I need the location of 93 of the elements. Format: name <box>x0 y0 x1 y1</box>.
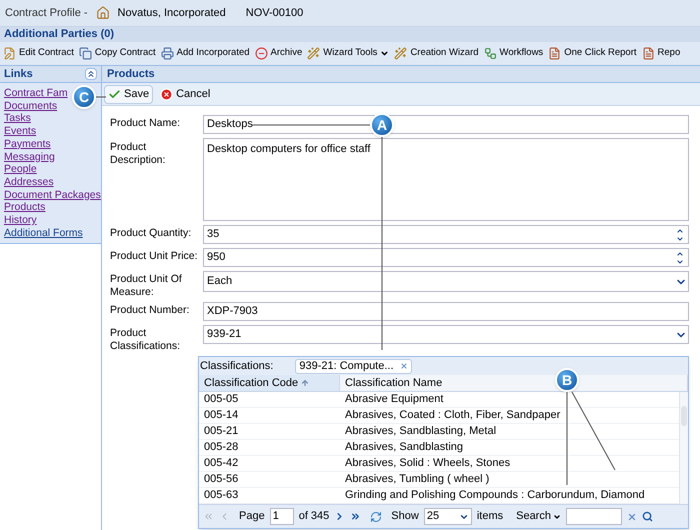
sidebar-link[interactable]: History <box>4 214 37 227</box>
table-cell-text: Abrasives, Sandblasting, Metal <box>344 424 498 440</box>
spin-down-icon[interactable] <box>675 258 685 266</box>
classifications-label: Classifications: <box>200 358 274 374</box>
check-icon <box>108 88 121 100</box>
table-cell-text: 005-56 <box>203 472 240 488</box>
copy-icon <box>78 47 92 60</box>
classification-tag[interactable]: 939-21: Compute... <box>295 358 412 374</box>
edit-icon <box>3 47 16 60</box>
dropdown-field[interactable]: Each <box>203 271 689 292</box>
sidebar-link[interactable]: Additional Forms <box>4 226 83 240</box>
search-field[interactable] <box>566 508 622 525</box>
workflow-icon <box>484 47 497 60</box>
additional-parties-bar[interactable]: Additional Parties (0) <box>0 27 700 42</box>
number-field[interactable]: 35 <box>203 225 689 244</box>
field-label: Product Classifications: <box>110 326 182 352</box>
toolbar-button[interactable]: Wizard Tools <box>307 46 390 61</box>
sidebar-link[interactable]: Products <box>4 201 46 214</box>
field-label: Product Unit Of Measure: <box>110 272 183 298</box>
toolbar-button[interactable]: Archive <box>254 46 302 61</box>
dropdown-field[interactable]: 939-21 <box>203 325 689 344</box>
sidebar-link[interactable]: Document Packages <box>4 188 101 202</box>
save-button[interactable]: Save <box>104 84 154 104</box>
page-count: of 345 <box>298 509 330 524</box>
close-icon <box>160 88 174 100</box>
remove-icon[interactable] <box>400 362 408 370</box>
sidebar-link[interactable]: Addresses <box>4 176 54 189</box>
wand-icon <box>394 47 408 60</box>
contract-id: NOV-00100 <box>246 6 304 21</box>
table-cell-text: 005-05 <box>203 392 240 408</box>
input-field[interactable]: XDP-7903 <box>203 302 689 321</box>
table-cell-text: Abrasives, Tumbling ( wheel ) <box>344 472 490 488</box>
spin-down-icon[interactable] <box>675 234 685 242</box>
show-label: Show <box>391 509 419 524</box>
column-header[interactable]: Classification Code <box>199 375 340 391</box>
sidebar-link[interactable]: People <box>4 163 37 176</box>
printer-icon <box>160 47 174 60</box>
links-title: Links <box>4 66 33 82</box>
sort-arrow-icon <box>301 379 310 387</box>
wand-icon <box>307 47 320 60</box>
table-cell-text: 005-28 <box>203 440 240 456</box>
collapse-icon[interactable] <box>85 68 97 80</box>
table-cell-text: Abrasives, Coated : Cloth, Fiber, Sandpaper <box>344 408 562 424</box>
table-cell-text: 005-42 <box>203 456 240 472</box>
sidebar-link[interactable]: Messaging <box>4 150 55 164</box>
field-label: Product Unit Price: <box>110 249 199 264</box>
house-icon <box>96 6 110 20</box>
sidebar-link[interactable]: Tasks <box>4 112 31 126</box>
sidebar-link[interactable]: Documents <box>4 100 58 112</box>
title-prefix: Contract Profile - <box>5 6 88 21</box>
search-icon[interactable] <box>642 511 653 522</box>
page-size-dropdown[interactable]: 25 <box>424 508 472 525</box>
spin-up-icon[interactable] <box>675 250 685 258</box>
toolbar-button[interactable]: Add Incorporated <box>160 46 250 61</box>
caret-icon <box>552 512 561 520</box>
report-icon <box>548 47 562 60</box>
field-label: Product Quantity: <box>110 226 192 241</box>
company-name: Novatus, Incorporated <box>118 6 226 21</box>
spin-up-icon[interactable] <box>675 226 685 234</box>
sidebar-link[interactable]: Payments <box>4 138 51 151</box>
table-cell-text: Grinding and Polishing Compounds : Carborundum, Diamond <box>344 488 646 504</box>
sidebar-link[interactable]: Events <box>4 125 36 138</box>
minus-circle-icon <box>254 47 268 60</box>
sidebar-link[interactable]: Contract Fam <box>4 87 68 100</box>
page-input[interactable]: 1 <box>270 508 294 525</box>
table-cell-text: 005-63 <box>203 488 240 504</box>
toolbar-button[interactable]: Copy Contract <box>78 46 156 61</box>
field-label: Product Name: <box>110 116 182 131</box>
callout-badge: A <box>370 113 394 137</box>
toolbar-button[interactable]: One Click Report <box>548 46 637 61</box>
table-cell-text: 005-14 <box>203 408 240 424</box>
description-textarea[interactable]: Desktop computers for office staff <box>203 138 689 221</box>
search-menu-button[interactable]: Search <box>516 508 561 525</box>
field-label: Product Description: <box>110 140 166 168</box>
cancel-button[interactable]: Cancel <box>157 84 214 104</box>
table-cell-text: Abrasive Equipment <box>344 392 444 408</box>
refresh-icon[interactable] <box>370 510 382 522</box>
last-page-icon[interactable] <box>350 511 362 522</box>
products-header: Products <box>102 66 700 83</box>
field-label: Product Number: <box>110 303 190 318</box>
table-cell-text: 005-21 <box>203 424 240 440</box>
number-field[interactable]: 950 <box>203 248 689 267</box>
report-icon <box>642 47 655 60</box>
toolbar-button[interactable]: Workflows <box>484 46 544 61</box>
toolbar-button[interactable]: Creation Wizard <box>394 46 479 61</box>
table-cell-text: Abrasives, Sandblasting <box>344 440 464 456</box>
table-cell-text: Abrasives, Solid : Wheels, Stones <box>344 456 512 472</box>
toolbar-button[interactable]: Edit Contract <box>3 46 74 61</box>
scrollbar[interactable] <box>679 392 688 504</box>
toolbar-button[interactable]: Repo <box>642 46 680 61</box>
items-label: items <box>476 509 504 524</box>
page-label: Page <box>239 509 265 524</box>
clear-icon[interactable] <box>626 512 637 522</box>
